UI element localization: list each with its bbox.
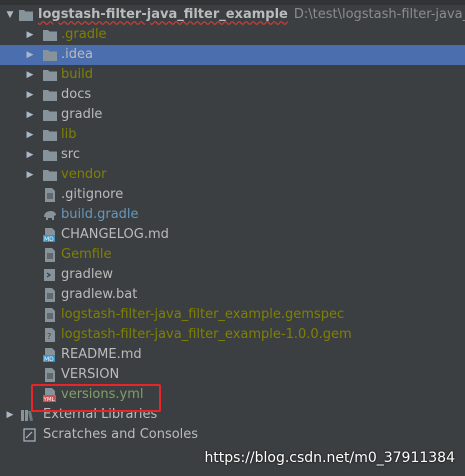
tree-item[interactable]: ▶ lib xyxy=(0,125,465,145)
text-file-icon xyxy=(42,368,58,382)
tree-item[interactable]: logstash-filter-java_filter_example.gems… xyxy=(0,305,465,325)
text-file-icon xyxy=(42,248,58,262)
project-tree[interactable]: ▼ logstash-filter-java_filter_example D:\… xyxy=(0,5,465,445)
project-name: logstash-filter-java_filter_example xyxy=(38,7,288,22)
text-file-icon xyxy=(42,188,58,202)
tree-item-label: Gemfile xyxy=(61,247,112,262)
tree-item[interactable]: Gemfile xyxy=(0,245,465,265)
tree-item-label: .idea xyxy=(61,47,93,62)
chevron-right-icon[interactable]: ▶ xyxy=(24,45,36,65)
tree-item[interactable]: ▶ .gradle xyxy=(0,25,465,45)
tree-item-label: gradlew xyxy=(61,267,114,282)
tree-item-label: vendor xyxy=(61,167,107,182)
tree-item[interactable]: ▶ src xyxy=(0,145,465,165)
folder-icon xyxy=(42,48,58,62)
chevron-down-icon[interactable]: ▼ xyxy=(4,5,16,25)
chevron-right-icon[interactable]: ▶ xyxy=(4,405,16,425)
tree-item[interactable]: gradlew xyxy=(0,265,465,285)
tree-item-label: build.gradle xyxy=(61,207,139,222)
folder-icon xyxy=(42,68,58,82)
folder-icon xyxy=(42,108,58,122)
chevron-right-icon[interactable]: ▶ xyxy=(24,165,36,185)
chevron-right-icon[interactable]: ▶ xyxy=(24,145,36,165)
tree-item-label: gradlew.bat xyxy=(61,287,138,302)
chevron-right-icon[interactable]: ▶ xyxy=(24,105,36,125)
tree-item-label: CHANGELOG.md xyxy=(61,227,169,242)
tree-item-label: .gitignore xyxy=(61,187,124,202)
tree-item-label: build xyxy=(61,67,93,82)
chevron-right-icon[interactable]: ▶ xyxy=(24,85,36,105)
markdown-file-icon: MD xyxy=(42,228,58,243)
tree-item-label: README.md xyxy=(61,347,142,362)
tree-item[interactable]: ▶ gradle xyxy=(0,105,465,125)
folder-icon xyxy=(42,148,58,162)
markdown-file-icon: MD xyxy=(42,348,58,363)
tree-item-label: logstash-filter-java_filter_example-1.0.… xyxy=(61,327,352,342)
tree-item-label: lib xyxy=(61,127,77,142)
tree-item[interactable]: build.gradle xyxy=(0,205,465,225)
folder-icon xyxy=(42,88,58,102)
gradle-elephant-icon xyxy=(42,208,58,222)
text-file-icon xyxy=(42,308,58,322)
tree-item-label: gradle xyxy=(61,107,103,122)
tree-root-row[interactable]: ▼ logstash-filter-java_filter_example D:\… xyxy=(0,5,465,25)
tree-item[interactable]: .gitignore xyxy=(0,185,465,205)
folder-icon xyxy=(42,128,58,142)
svg-text:MD: MD xyxy=(44,356,54,362)
project-path: D:\test\logstash-filter-java_filter_exa xyxy=(293,7,465,22)
shell-file-icon xyxy=(42,268,58,282)
svg-text:?: ? xyxy=(47,332,51,341)
chevron-right-icon[interactable]: ▶ xyxy=(24,65,36,85)
tree-item-label: .gradle xyxy=(61,27,107,42)
folder-icon xyxy=(42,28,58,42)
tree-item[interactable]: ▶ vendor xyxy=(0,165,465,185)
text-file-icon xyxy=(42,288,58,302)
tree-item[interactable]: ? logstash-filter-java_filter_example-1.0… xyxy=(0,325,465,345)
unknown-file-icon: ? xyxy=(42,328,58,342)
tree-item[interactable]: MD CHANGELOG.md xyxy=(0,225,465,245)
tree-item[interactable]: ▶ .idea xyxy=(0,45,465,65)
tree-item-label: logstash-filter-java_filter_example.gems… xyxy=(61,307,345,322)
tree-item[interactable]: gradlew.bat xyxy=(0,285,465,305)
highlight-box xyxy=(31,384,161,412)
chevron-right-icon[interactable]: ▶ xyxy=(24,25,36,45)
tree-item[interactable]: MD README.md xyxy=(0,345,465,365)
chevron-right-icon[interactable]: ▶ xyxy=(24,125,36,145)
scratches-icon xyxy=(22,428,38,442)
tree-item[interactable]: ▶ docs xyxy=(0,85,465,105)
folder-icon xyxy=(42,168,58,182)
tree-item[interactable]: VERSION xyxy=(0,365,465,385)
watermark: https://blog.csdn.net/m0_37911384 xyxy=(204,450,455,466)
scratches-row[interactable]: Scratches and Consoles xyxy=(0,425,465,445)
folder-icon xyxy=(18,8,34,22)
scratches-label: Scratches and Consoles xyxy=(43,427,199,442)
tree-item-label: docs xyxy=(61,87,92,102)
tree-item-label: src xyxy=(61,147,80,162)
svg-text:MD: MD xyxy=(44,236,54,242)
tree-item-label: VERSION xyxy=(61,367,120,382)
tree-item[interactable]: ▶ build xyxy=(0,65,465,85)
